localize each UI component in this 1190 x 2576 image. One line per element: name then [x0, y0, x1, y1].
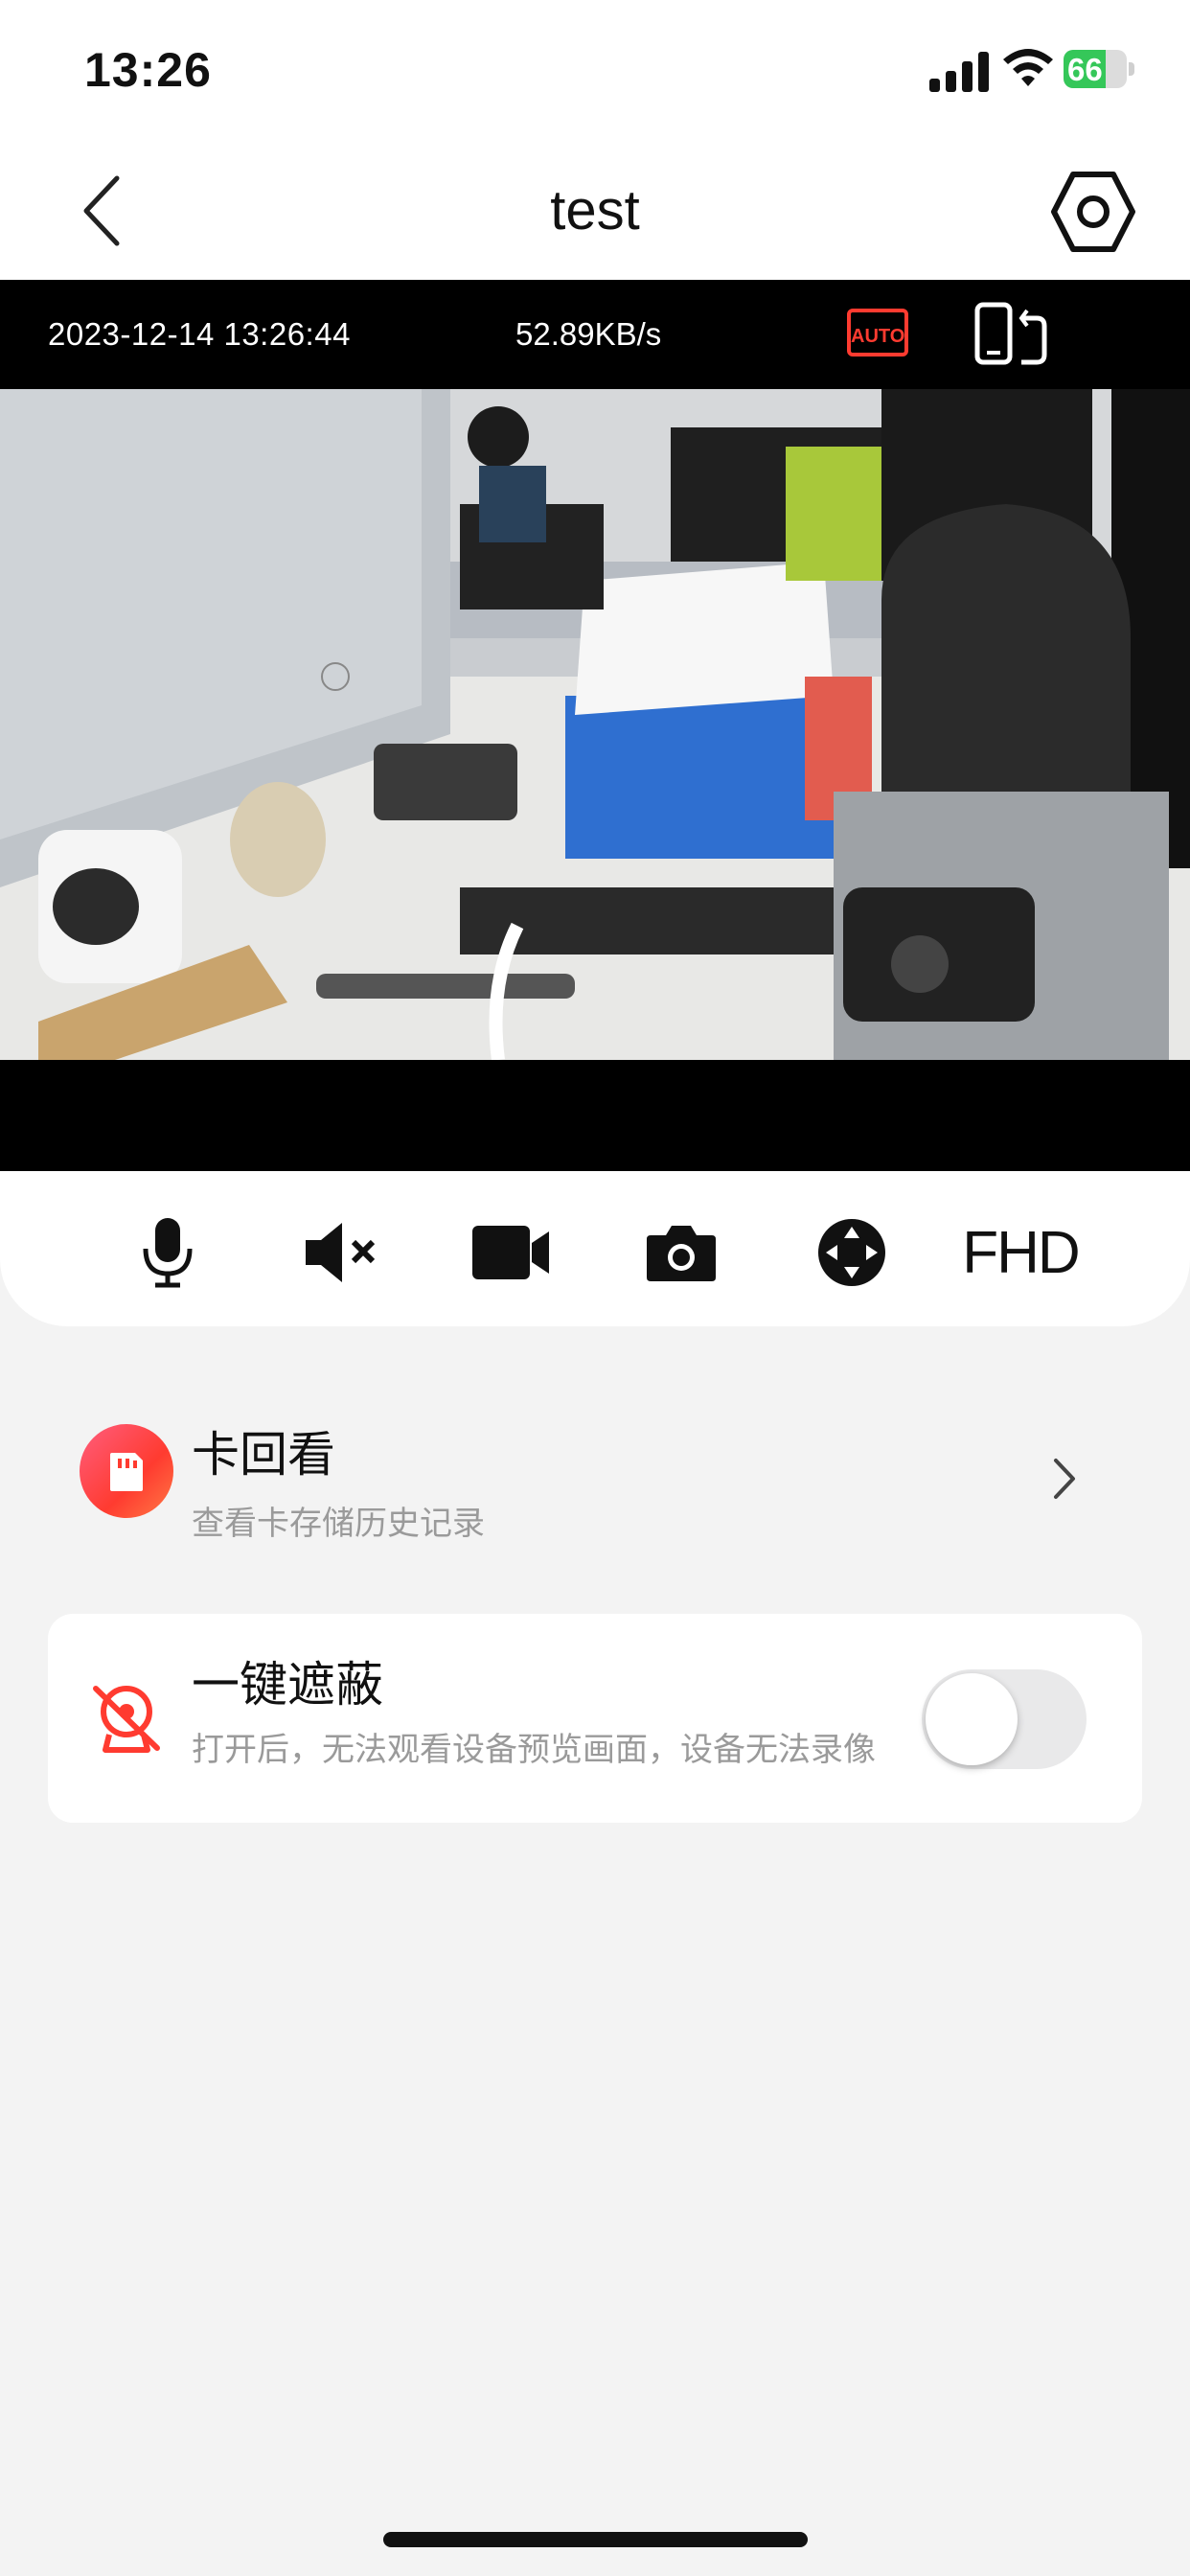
camera-feed-image [0, 389, 1190, 1060]
rotate-screen-icon[interactable] [973, 301, 1050, 368]
auto-mode-button[interactable]: AUTO [847, 309, 908, 356]
cellular-signal-icon [929, 50, 991, 92]
video-info-bar: 2023-12-14 13:26:44 52.89KB/s AUTO [0, 280, 1190, 389]
battery-icon: 66 [1064, 50, 1136, 88]
mute-speaker-icon [306, 1223, 376, 1282]
status-bar: 13:26 66 [0, 0, 1190, 144]
privacy-mask-card: 一键遮蔽 打开后，无法观看设备预览画面，设备无法录像 [48, 1614, 1142, 1823]
quality-fhd-button[interactable]: FHD [958, 1209, 1083, 1296]
mic-button[interactable] [134, 1209, 201, 1296]
camera-off-icon [93, 1686, 160, 1753]
privacy-subtitle: 打开后，无法观看设备预览画面，设备无法录像 [192, 1732, 876, 1768]
video-bitrate: 52.89KB/s [515, 316, 662, 352]
sd-card-playback-row[interactable]: 卡回看 查看卡存储历史记录 [48, 1395, 1142, 1563]
settings-icon[interactable] [1050, 171, 1136, 253]
ptz-button[interactable] [809, 1209, 895, 1296]
live-video-player[interactable]: 2023-12-14 13:26:44 52.89KB/s AUTO [0, 280, 1190, 1171]
page-title: test [550, 179, 640, 242]
playback-title: 卡回看 [192, 1428, 335, 1482]
sd-card-icon [110, 1453, 143, 1491]
chevron-right-icon [1054, 1459, 1075, 1499]
mic-icon [143, 1218, 193, 1288]
nav-header: test [0, 144, 1190, 280]
status-time: 13:26 [84, 43, 212, 97]
toggle-knob [926, 1673, 1018, 1765]
record-button[interactable] [468, 1209, 554, 1296]
record-video-icon [472, 1226, 549, 1279]
playback-subtitle: 查看卡存储历史记录 [192, 1506, 485, 1542]
ptz-direction-icon [818, 1219, 885, 1286]
privacy-title: 一键遮蔽 [192, 1658, 383, 1712]
wifi-icon [1003, 49, 1053, 86]
sd-card-badge [80, 1424, 173, 1518]
mute-button[interactable] [297, 1209, 383, 1296]
camera-snapshot-icon [647, 1226, 716, 1281]
privacy-toggle-switch[interactable] [922, 1669, 1087, 1769]
player-controls: FHD [0, 1171, 1190, 1326]
home-indicator [383, 2532, 808, 2547]
video-timestamp: 2023-12-14 13:26:44 [48, 316, 351, 352]
snapshot-button[interactable] [638, 1209, 724, 1296]
battery-level: 66 [1067, 52, 1103, 87]
